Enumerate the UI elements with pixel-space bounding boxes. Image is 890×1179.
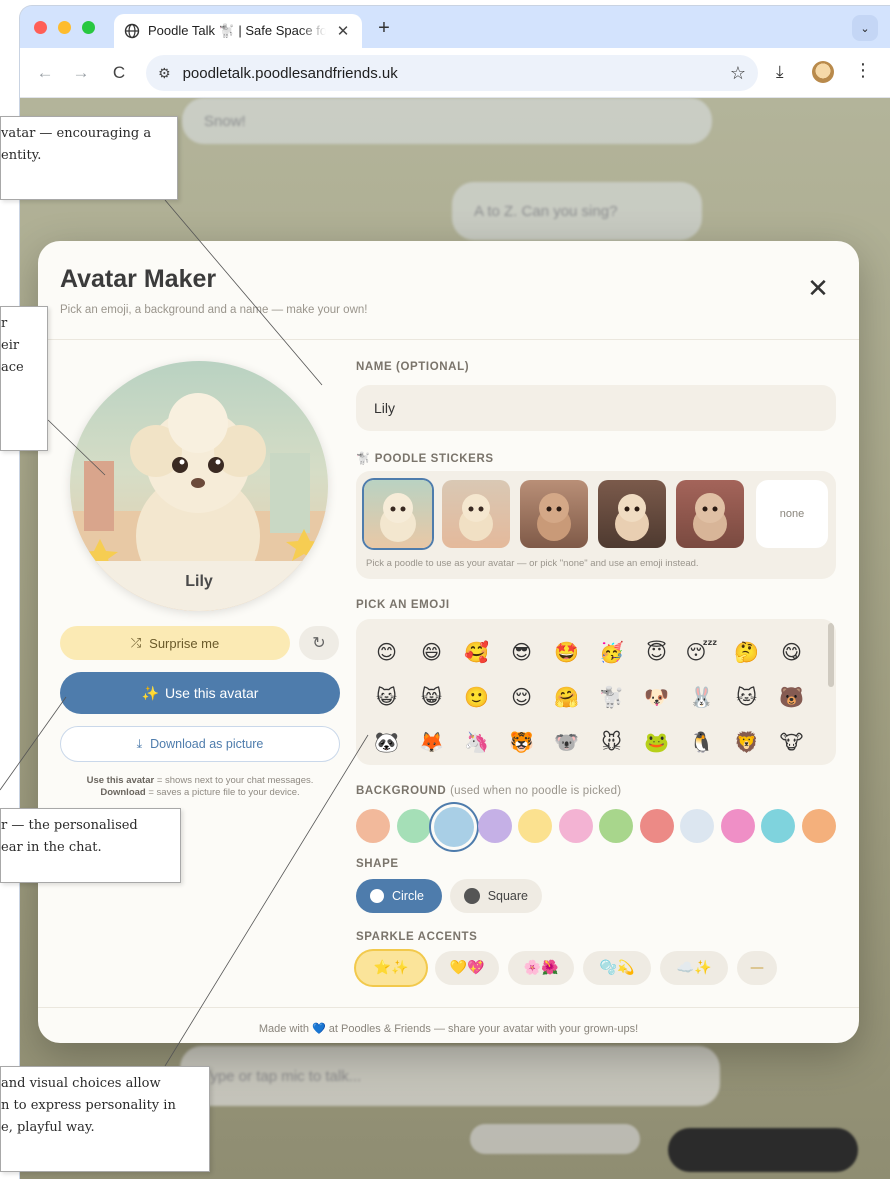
annotation-callout: and visual choices allow n to express pe… bbox=[0, 1066, 210, 1172]
callout-text: entity. bbox=[1, 148, 42, 163]
callout-text: r bbox=[1, 316, 8, 331]
callout-text: ear in the chat. bbox=[1, 840, 102, 855]
callout-text: n to express personality in bbox=[1, 1098, 176, 1113]
callout-text: ace bbox=[1, 360, 24, 375]
callout-text: vatar — encouraging a bbox=[1, 126, 152, 141]
annotation-callout: vatar — encouraging a entity. bbox=[0, 116, 178, 200]
annotation-callout: r eir ace bbox=[0, 306, 48, 451]
callout-text: eir bbox=[1, 338, 20, 353]
callout-text: e, playful way. bbox=[1, 1120, 95, 1135]
callout-text: r — the personalised bbox=[1, 818, 138, 833]
callout-text: and visual choices allow bbox=[1, 1076, 161, 1091]
annotation-callout: r — the personalised ear in the chat. bbox=[0, 808, 181, 883]
